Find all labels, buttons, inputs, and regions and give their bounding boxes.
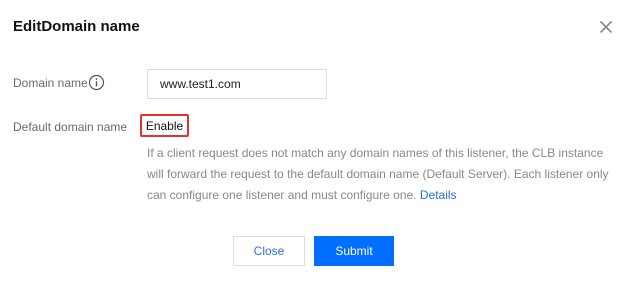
close-icon [599,20,613,34]
domain-name-input[interactable] [147,69,327,99]
submit-button[interactable]: Submit [314,236,394,266]
default-domain-enable-option[interactable]: Enable [140,114,189,137]
dialog-title: EditDomain name [13,18,140,35]
default-domain-description: If a client request does not match any d… [147,143,617,206]
enable-label: Enable [145,118,184,133]
close-dialog-button[interactable]: Close [233,236,305,266]
close-button[interactable] [596,17,616,37]
edit-domain-dialog: EditDomain name Domain name Default doma… [0,0,627,281]
default-domain-label: Default domain name [13,120,128,134]
domain-name-label: Domain name [13,76,88,90]
details-link[interactable]: Details [420,188,457,202]
description-text: If a client request does not match any d… [147,146,609,202]
info-circle-icon[interactable] [88,74,105,91]
